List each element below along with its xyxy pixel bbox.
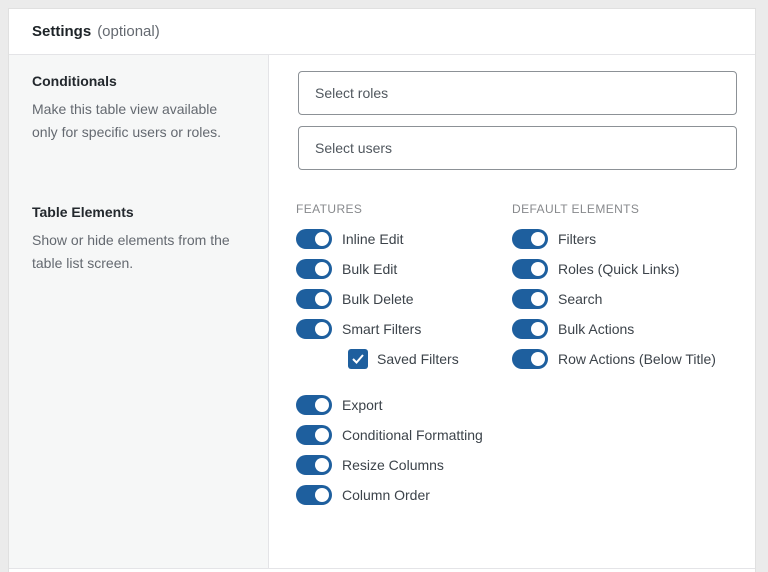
toggle-row-bulk-edit: Bulk Edit: [296, 259, 512, 279]
inline-edit-toggle[interactable]: [296, 229, 332, 249]
features-column: FEATURES Inline Edit Bulk Edit Bulk Dele…: [296, 202, 512, 568]
toggle-row-filters: Filters: [512, 229, 745, 249]
smart-filters-toggle[interactable]: [296, 319, 332, 339]
bulk-delete-toggle[interactable]: [296, 289, 332, 309]
page-title-suffix: (optional): [97, 23, 160, 40]
row-actions-toggle[interactable]: [512, 349, 548, 369]
default-elements-heading: DEFAULT ELEMENTS: [512, 202, 640, 216]
column-order-label: Column Order: [342, 487, 430, 503]
saved-filters-row: Saved Filters: [348, 349, 512, 369]
filters-label: Filters: [558, 231, 597, 247]
toggle-row-conditional-formatting: Conditional Formatting: [296, 425, 512, 445]
features-heading: FEATURES: [296, 202, 363, 216]
table-elements-title: Table Elements: [32, 204, 134, 220]
bulk-actions-label: Bulk Actions: [558, 321, 635, 337]
saved-filters-checkbox[interactable]: [348, 349, 368, 369]
toggle-row-export: Export: [296, 395, 512, 415]
inline-edit-label: Inline Edit: [342, 231, 404, 247]
table-elements-row: Table Elements Show or hide elements fro…: [9, 186, 755, 569]
conditionals-content: Select roles Select users: [269, 55, 755, 186]
table-elements-content: FEATURES Inline Edit Bulk Edit Bulk Dele…: [269, 186, 755, 568]
conditionals-row: Conditionals Make this table view availa…: [9, 55, 755, 186]
conditional-formatting-toggle[interactable]: [296, 425, 332, 445]
toggle-row-resize-columns: Resize Columns: [296, 455, 512, 475]
toggle-row-bulk-actions: Bulk Actions: [512, 319, 745, 339]
conditionals-label-column: Conditionals Make this table view availa…: [9, 55, 269, 186]
filters-toggle[interactable]: [512, 229, 548, 249]
conditional-formatting-label: Conditional Formatting: [342, 427, 483, 443]
select-roles-placeholder: Select roles: [315, 85, 389, 101]
toggle-row-search: Search: [512, 289, 745, 309]
page-title: Settings: [32, 23, 92, 40]
bulk-actions-toggle[interactable]: [512, 319, 548, 339]
toggle-row-column-order: Column Order: [296, 485, 512, 505]
panel-header: Settings (optional): [9, 9, 755, 55]
search-label: Search: [558, 291, 603, 307]
roles-quick-links-toggle[interactable]: [512, 259, 548, 279]
search-toggle[interactable]: [512, 289, 548, 309]
bulk-edit-toggle[interactable]: [296, 259, 332, 279]
check-icon: [352, 354, 364, 364]
conditionals-title: Conditionals: [32, 73, 117, 89]
conditionals-description: Make this table view available only for …: [32, 101, 222, 140]
roles-quick-links-label: Roles (Quick Links): [558, 261, 680, 277]
export-toggle[interactable]: [296, 395, 332, 415]
table-elements-label-column: Table Elements Show or hide elements fro…: [9, 186, 269, 568]
row-actions-label: Row Actions (Below Title): [558, 351, 716, 367]
select-users-input[interactable]: Select users: [298, 126, 737, 170]
toggle-row-inline-edit: Inline Edit: [296, 229, 512, 249]
bulk-delete-label: Bulk Delete: [342, 291, 414, 307]
smart-filters-label: Smart Filters: [342, 321, 422, 337]
resize-columns-label: Resize Columns: [342, 457, 444, 473]
saved-filters-label: Saved Filters: [377, 351, 459, 367]
toggle-row-row-actions: Row Actions (Below Title): [512, 349, 745, 369]
default-elements-column: DEFAULT ELEMENTS Filters Roles (Quick Li…: [512, 202, 745, 568]
settings-panel: Settings (optional) Conditionals Make th…: [8, 8, 756, 572]
toggle-row-bulk-delete: Bulk Delete: [296, 289, 512, 309]
toggle-row-smart-filters: Smart Filters: [296, 319, 512, 339]
bulk-edit-label: Bulk Edit: [342, 261, 398, 277]
export-label: Export: [342, 397, 383, 413]
table-elements-description: Show or hide elements from the table lis…: [32, 232, 230, 271]
toggle-row-roles-quick-links: Roles (Quick Links): [512, 259, 745, 279]
select-users-placeholder: Select users: [315, 140, 393, 156]
column-order-toggle[interactable]: [296, 485, 332, 505]
select-roles-input[interactable]: Select roles: [298, 71, 737, 115]
resize-columns-toggle[interactable]: [296, 455, 332, 475]
